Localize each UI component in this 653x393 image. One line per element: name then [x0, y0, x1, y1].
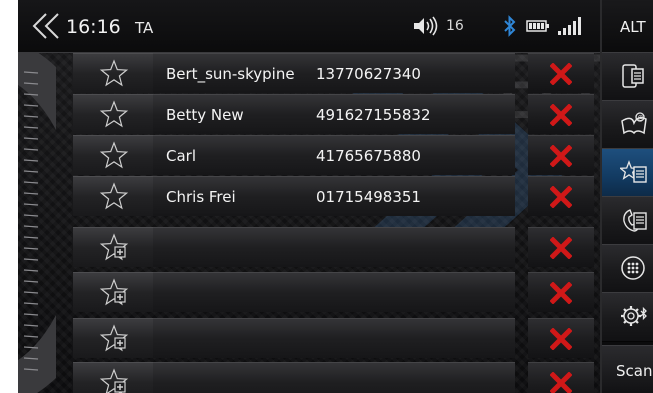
contact-name: Chris Frei — [166, 188, 236, 206]
favorite-row — [18, 227, 600, 267]
delete-favorite-button[interactable] — [528, 94, 594, 134]
menu-phonebook[interactable]: @ — [602, 100, 653, 150]
favorite-row — [18, 362, 600, 393]
delete-favorite-button[interactable] — [528, 362, 594, 393]
delete-favorite-button[interactable] — [528, 53, 594, 93]
menu-call-list[interactable] — [602, 196, 653, 246]
star-add-icon — [99, 233, 129, 261]
menu-favorites[interactable] — [602, 148, 653, 198]
battery-icon — [526, 20, 549, 32]
delete-x-icon — [550, 282, 572, 304]
favorite-contact-entry[interactable]: Bert_sun-skypine 13770627340 — [153, 53, 515, 93]
star-outline-icon — [99, 141, 129, 169]
clock: 16:16 — [66, 16, 121, 38]
delete-x-icon — [550, 104, 572, 126]
star-outline-icon — [99, 59, 129, 87]
favorites-screen: BT 16:16 TA 16 — [18, 0, 653, 393]
delete-favorite-button[interactable] — [528, 176, 594, 216]
favorites-list-icon — [620, 160, 647, 183]
add-favorite-button[interactable] — [73, 227, 153, 267]
traffic-announcement-indicator: TA — [135, 19, 154, 37]
call-list-icon — [623, 209, 647, 232]
favorite-row: Bert_sun-skypine 13770627340 — [18, 53, 600, 93]
star-add-icon — [99, 324, 129, 352]
star-outline-icon — [99, 182, 129, 210]
favorite-contact-entry[interactable]: Betty New 491627155832 — [153, 94, 515, 134]
back-arrow-icon[interactable] — [30, 10, 64, 42]
menu-keypad[interactable] — [602, 244, 653, 294]
favorite-contact-entry[interactable] — [153, 362, 515, 393]
favorite-row — [18, 318, 600, 358]
bluetooth-icon — [504, 15, 516, 37]
phone-contacts-icon — [622, 64, 644, 88]
favorite-star-button[interactable] — [73, 53, 153, 93]
add-favorite-button[interactable] — [73, 362, 153, 393]
alt-button[interactable]: ALT — [602, 0, 653, 53]
contact-name: Bert_sun-skypine — [166, 65, 295, 83]
favorite-contact-entry[interactable]: Chris Frei 01715498351 — [153, 176, 515, 216]
delete-x-icon — [550, 372, 572, 393]
contact-name: Betty New — [166, 106, 244, 124]
favorite-star-button[interactable] — [73, 94, 153, 134]
favorite-contact-entry[interactable] — [153, 318, 515, 358]
delete-x-icon — [550, 63, 572, 85]
star-add-icon — [99, 368, 129, 393]
menu-phone-contacts[interactable] — [602, 52, 653, 102]
star-add-icon — [99, 278, 129, 306]
favorite-contact-entry[interactable] — [153, 272, 515, 312]
delete-x-icon — [550, 145, 572, 167]
favorite-contact-entry[interactable] — [153, 227, 515, 267]
favorite-row: Betty New 491627155832 — [18, 94, 600, 134]
status-bar: 16:16 TA 16 — [18, 0, 600, 53]
contact-number: 13770627340 — [316, 65, 421, 83]
delete-x-icon — [550, 237, 572, 259]
add-favorite-button[interactable] — [73, 272, 153, 312]
scan-button[interactable]: Scan — [602, 345, 653, 393]
delete-x-icon — [550, 328, 572, 350]
favorite-contact-entry[interactable]: Carl 41765675880 — [153, 135, 515, 175]
contact-number: 01715498351 — [316, 188, 421, 206]
scan-button-label: Scan — [616, 362, 653, 380]
delete-favorite-button[interactable] — [528, 227, 594, 267]
svg-text:@: @ — [638, 115, 644, 122]
delete-favorite-button[interactable] — [528, 318, 594, 358]
side-menu: ALT @ Scan — [600, 0, 653, 393]
delete-favorite-button[interactable] — [528, 272, 594, 312]
contact-number: 41765675880 — [316, 147, 421, 165]
signal-icon — [558, 17, 581, 35]
keypad-icon — [621, 256, 645, 280]
alt-button-label: ALT — [620, 18, 646, 36]
favorite-row — [18, 272, 600, 312]
menu-bluetooth-settings[interactable] — [602, 292, 653, 342]
contact-number: 491627155832 — [316, 106, 431, 124]
favorite-row: Chris Frei 01715498351 — [18, 176, 600, 216]
delete-favorite-button[interactable] — [528, 135, 594, 175]
phonebook-icon: @ — [621, 112, 647, 135]
delete-x-icon — [550, 186, 572, 208]
contact-name: Carl — [166, 147, 196, 165]
volume-level: 16 — [446, 18, 464, 34]
star-outline-icon — [99, 100, 129, 128]
favorite-star-button[interactable] — [73, 176, 153, 216]
add-favorite-button[interactable] — [73, 318, 153, 358]
bluetooth-settings-icon — [621, 306, 647, 326]
favorite-row: Carl 41765675880 — [18, 135, 600, 175]
speaker-icon — [414, 16, 438, 36]
favorite-star-button[interactable] — [73, 135, 153, 175]
